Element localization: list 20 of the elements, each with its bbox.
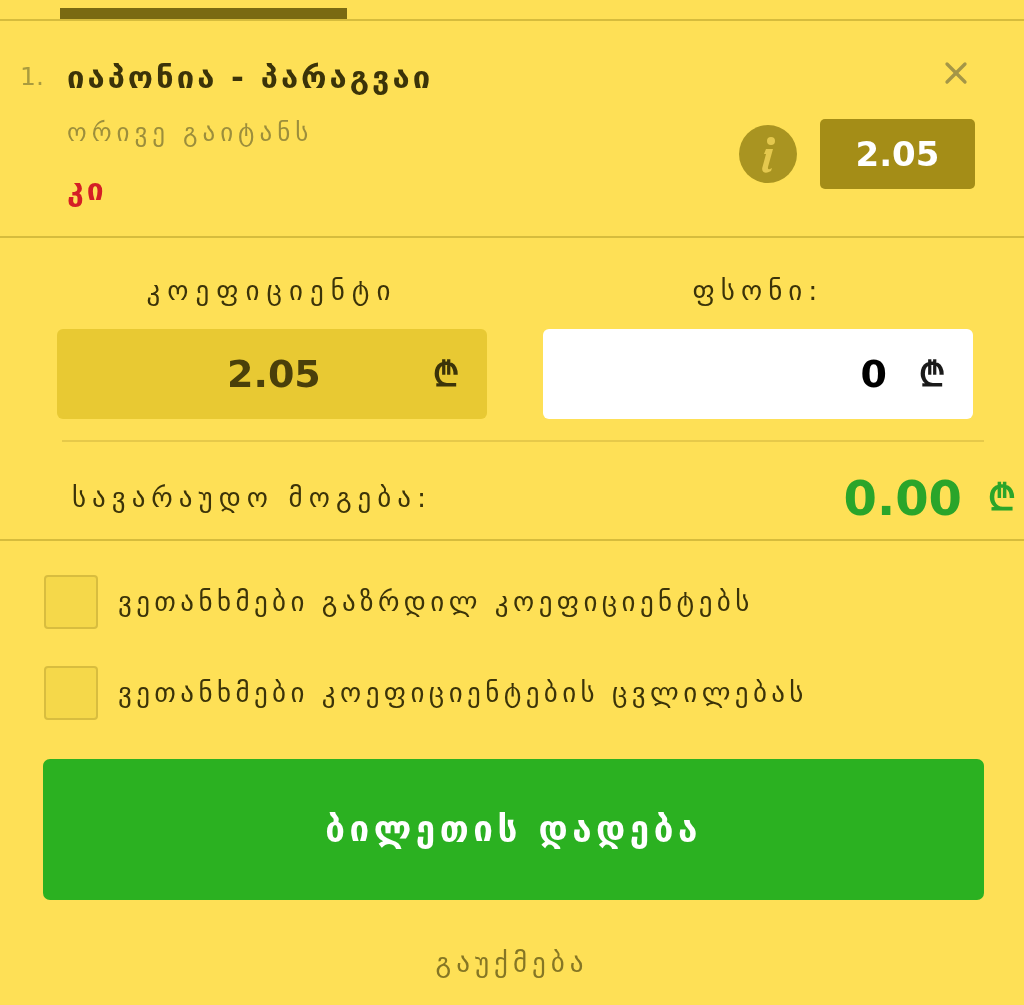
checkbox-label: ვეთანხმები კოეფიციენტების ცვლილებას [118, 676, 808, 710]
currency-sign: ₾ [919, 354, 945, 394]
odds-badge: 2.05 [820, 119, 975, 189]
checkbox[interactable] [44, 575, 98, 629]
field-label: კოეფიციენტი [146, 274, 398, 308]
currency-sign: ₾ [988, 475, 1016, 520]
cancel-link[interactable]: გაუქმება [435, 945, 589, 981]
field-label: ფსონი: [692, 274, 824, 308]
checkbox-label: ვეთანხმები გაზრდილ კოეფიციენტებს [118, 585, 754, 619]
info-icon[interactable] [739, 125, 797, 183]
potential-win-value: 0.00 [843, 469, 962, 526]
odds-value: 2.05 [227, 352, 321, 396]
bet-number: 1. [20, 61, 45, 93]
potential-win-label: სავარაუდო მოგება: [72, 480, 433, 515]
checkbox[interactable] [44, 666, 98, 720]
selection-name: კი [67, 172, 107, 208]
currency-sign: ₾ [433, 354, 459, 394]
match-title: იაპონია - პარაგვაი [67, 59, 434, 95]
market-name: ორივე გაიტანს [67, 117, 314, 149]
place-bet-button[interactable]: ბილეთის დადება [43, 759, 984, 900]
